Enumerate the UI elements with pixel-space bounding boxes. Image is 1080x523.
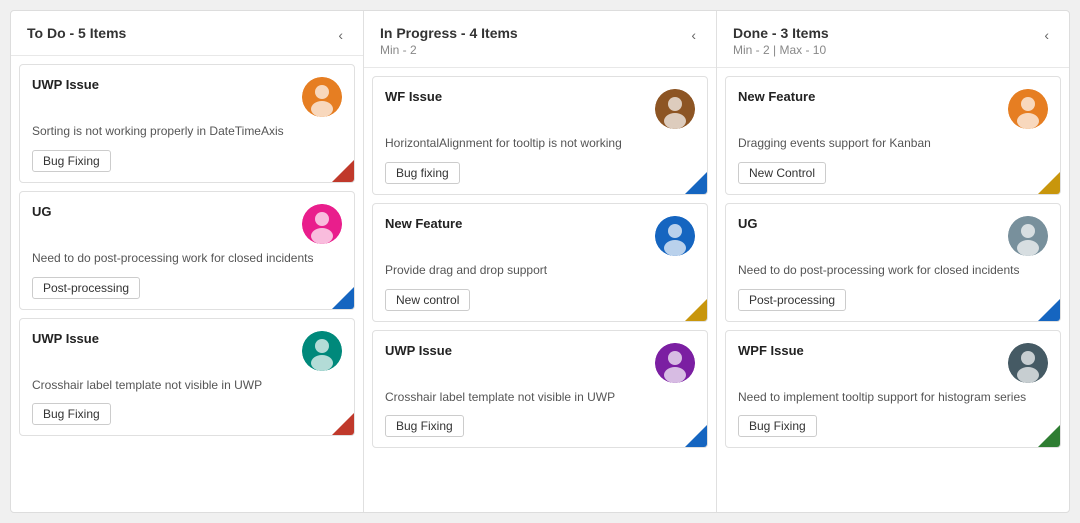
card-tag[interactable]: Bug Fixing [738,415,817,437]
card-tag[interactable]: Bug fixing [385,162,460,184]
card-corner-indicator [332,160,354,182]
avatar-circle [1008,216,1048,256]
card-corner-indicator [1038,299,1060,321]
card-title: WPF Issue [738,343,1008,358]
card-tag[interactable]: Bug Fixing [32,403,111,425]
card-description: HorizontalAlignment for tooltip is not w… [385,135,695,152]
card[interactable]: WPF Issue Need to implement tooltip supp… [725,330,1061,449]
card[interactable]: WF Issue HorizontalAlignment for tooltip… [372,76,708,195]
avatar-circle [1008,343,1048,383]
avatar [655,89,695,129]
avatar [1008,216,1048,256]
chevron-icon[interactable]: ‹ [334,25,347,45]
card-title: UWP Issue [32,331,302,346]
avatar [302,77,342,117]
card-tag[interactable]: New Control [738,162,826,184]
card-tag[interactable]: Bug Fixing [385,415,464,437]
card-corner-indicator [685,425,707,447]
cards-container: WF Issue HorizontalAlignment for tooltip… [364,68,716,512]
cards-container: UWP Issue Sorting is not working properl… [11,56,363,512]
card-description: Sorting is not working properly in DateT… [32,123,342,140]
chevron-icon[interactable]: ‹ [687,25,700,45]
card-top: UWP Issue [32,331,342,371]
column-header-inprogress: In Progress - 4 Items Min - 2 ‹ [364,11,716,68]
avatar-circle [302,331,342,371]
chevron-icon[interactable]: ‹ [1040,25,1053,45]
card-description: Provide drag and drop support [385,262,695,279]
column-inprogress: In Progress - 4 Items Min - 2 ‹ WF Issue Ho… [364,11,717,512]
card-corner-indicator [332,287,354,309]
avatar-circle [302,204,342,244]
avatar [1008,343,1048,383]
column-todo: To Do - 5 Items ‹ UWP Issue Sorting is not… [11,11,364,512]
card-title: UG [32,204,302,219]
card-corner-indicator [685,172,707,194]
card[interactable]: UG Need to do post-processing work for c… [725,203,1061,322]
card-title: UWP Issue [385,343,655,358]
column-header-todo: To Do - 5 Items ‹ [11,11,363,56]
card-title: New Feature [385,216,655,231]
card-top: New Feature [738,89,1048,129]
card-description: Crosshair label template not visible in … [385,389,695,406]
column-title: Done - 3 Items [733,25,829,41]
column-subtitle: Min - 2 [380,43,518,57]
card-tag[interactable]: New control [385,289,470,311]
card[interactable]: New Feature Dragging events support for … [725,76,1061,195]
card[interactable]: New Feature Provide drag and drop suppor… [372,203,708,322]
card-top: UG [738,216,1048,256]
card-title: WF Issue [385,89,655,104]
card-tag[interactable]: Post-processing [32,277,140,299]
card-title: UWP Issue [32,77,302,92]
avatar [655,343,695,383]
card-description: Need to do post-processing work for clos… [32,250,342,267]
avatar [1008,89,1048,129]
card-top: New Feature [385,216,695,256]
card[interactable]: UWP Issue Crosshair label template not v… [19,318,355,437]
column-header-done: Done - 3 Items Min - 2 | Max - 10 ‹ [717,11,1069,68]
cards-container: New Feature Dragging events support for … [717,68,1069,512]
column-title-block: In Progress - 4 Items Min - 2 [380,25,518,57]
card-description: Need to implement tooltip support for hi… [738,389,1048,406]
card-tag[interactable]: Post-processing [738,289,846,311]
card-corner-indicator [332,413,354,435]
card-corner-indicator [1038,172,1060,194]
card-title: UG [738,216,1008,231]
avatar-circle [1008,89,1048,129]
avatar-circle [655,216,695,256]
card-description: Dragging events support for Kanban [738,135,1048,152]
card-corner-indicator [685,299,707,321]
card-tag[interactable]: Bug Fixing [32,150,111,172]
avatar [655,216,695,256]
avatar [302,204,342,244]
card-top: UG [32,204,342,244]
card-description: Need to do post-processing work for clos… [738,262,1048,279]
kanban-board: To Do - 5 Items ‹ UWP Issue Sorting is not… [10,10,1070,513]
card-top: WPF Issue [738,343,1048,383]
card[interactable]: UWP Issue Sorting is not working properl… [19,64,355,183]
card-corner-indicator [1038,425,1060,447]
card-title: New Feature [738,89,1008,104]
column-title: To Do - 5 Items [27,25,126,41]
card-top: UWP Issue [385,343,695,383]
column-title: In Progress - 4 Items [380,25,518,41]
column-subtitle: Min - 2 | Max - 10 [733,43,829,57]
column-done: Done - 3 Items Min - 2 | Max - 10 ‹ New Fea… [717,11,1069,512]
card-description: Crosshair label template not visible in … [32,377,342,394]
card[interactable]: UWP Issue Crosshair label template not v… [372,330,708,449]
avatar-circle [655,343,695,383]
card-top: UWP Issue [32,77,342,117]
avatar-circle [655,89,695,129]
avatar-circle [302,77,342,117]
column-title-block: To Do - 5 Items [27,25,126,41]
card-top: WF Issue [385,89,695,129]
card[interactable]: UG Need to do post-processing work for c… [19,191,355,310]
avatar [302,331,342,371]
column-title-block: Done - 3 Items Min - 2 | Max - 10 [733,25,829,57]
